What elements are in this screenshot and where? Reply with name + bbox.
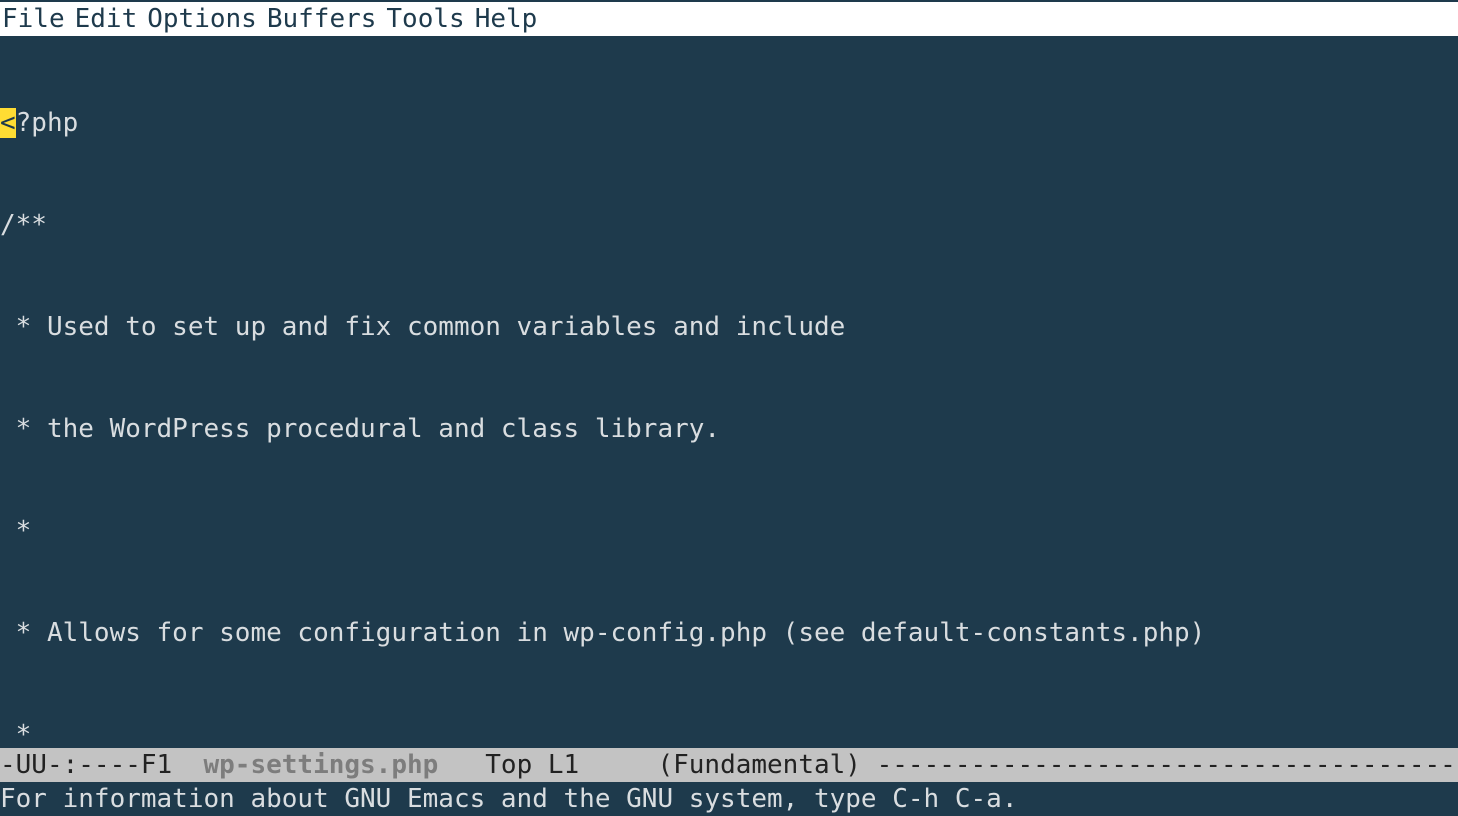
code-line[interactable]: * the WordPress procedural and class lib… xyxy=(0,412,1458,446)
code-line[interactable]: * xyxy=(0,514,1458,548)
modeline-dashes: ---------------------------------------- xyxy=(877,750,1458,780)
modeline-position: Top L1 (Fundamental) xyxy=(438,750,876,780)
menu-bar: File Edit Options Buffers Tools Help xyxy=(0,0,1458,38)
mode-line[interactable]: -UU-:----F1 wp-settings.php Top L1 (Fund… xyxy=(0,748,1458,782)
code-text: ?php xyxy=(16,108,79,138)
menu-edit[interactable]: Edit xyxy=(75,2,148,36)
code-line[interactable]: <?php xyxy=(0,106,1458,140)
menu-file[interactable]: File xyxy=(2,2,75,36)
menu-help[interactable]: Help xyxy=(475,2,548,36)
menu-tools[interactable]: Tools xyxy=(386,2,474,36)
code-line[interactable]: * xyxy=(0,718,1458,748)
modeline-buffer-name: wp-settings.php xyxy=(204,750,439,780)
code-line[interactable]: * Allows for some configuration in wp-co… xyxy=(0,616,1458,650)
editor-area[interactable]: <?php /** * Used to set up and fix commo… xyxy=(0,38,1458,748)
menu-options[interactable]: Options xyxy=(147,2,267,36)
code-line[interactable]: * Used to set up and fix common variable… xyxy=(0,310,1458,344)
modeline-status: -UU-:----F1 xyxy=(0,750,204,780)
minibuffer[interactable]: For information about GNU Emacs and the … xyxy=(0,782,1458,816)
cursor: < xyxy=(0,108,16,138)
menu-buffers[interactable]: Buffers xyxy=(267,2,387,36)
code-line[interactable]: /** xyxy=(0,208,1458,242)
